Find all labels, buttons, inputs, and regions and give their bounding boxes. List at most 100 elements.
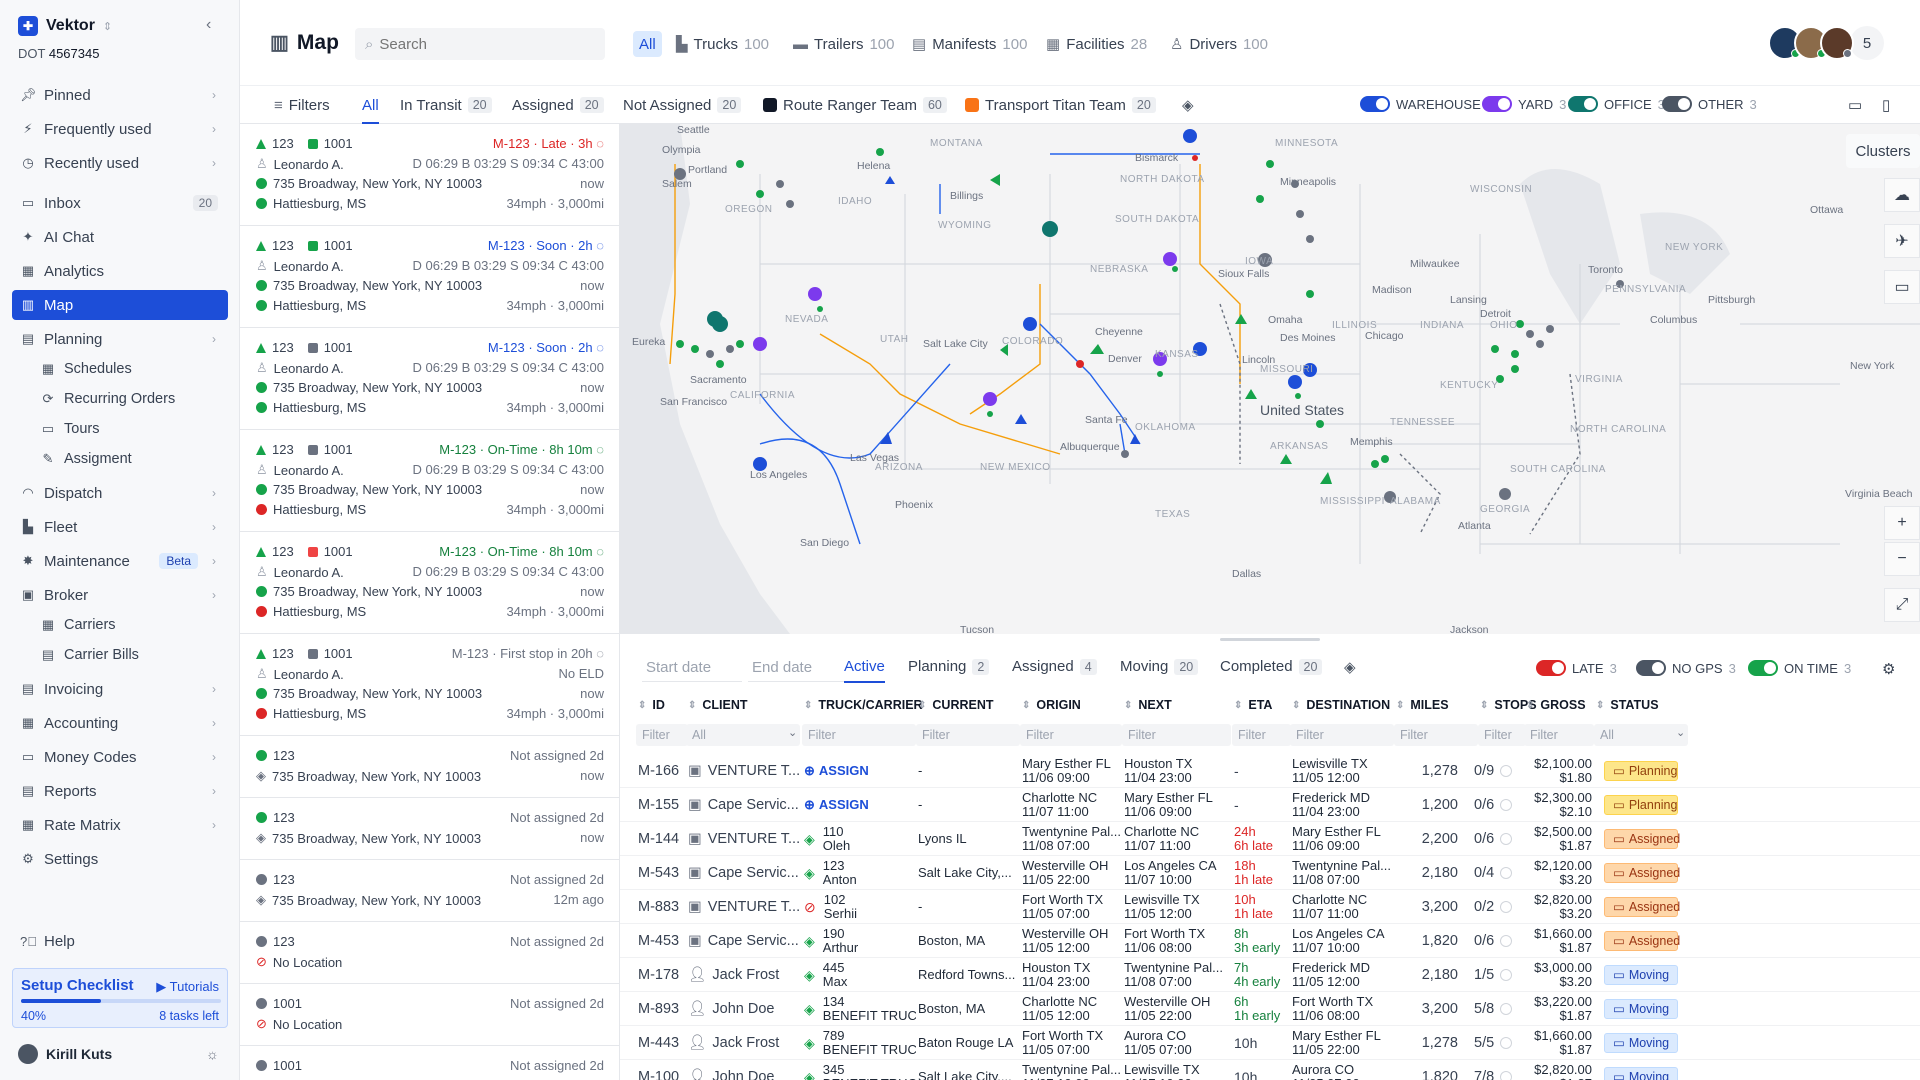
sidebar-item-map[interactable]: ▥ Map <box>12 290 228 320</box>
toggle-no-gps[interactable]: NO GPS 3 <box>1636 660 1736 676</box>
tab-planning[interactable]: Planning 2 <box>908 658 990 675</box>
online-users[interactable]: 5 <box>1768 26 1884 60</box>
tab-in-transit[interactable]: In Transit 20 <box>400 94 492 116</box>
sidebar-item-money-codes[interactable]: ▭ Money Codes › <box>12 742 228 772</box>
sidebar-item-fleet[interactable]: ▙ Fleet › <box>12 512 228 542</box>
tab-moving[interactable]: Moving 20 <box>1120 658 1199 675</box>
map-view[interactable]: MONTANA NORTH DAKOTA MINNESOTA SOUTH DAK… <box>620 124 1920 634</box>
table-row[interactable]: M-893👤︎John Doe◈134BENEFIT TRUC...Boston… <box>620 992 1920 1026</box>
list-item[interactable]: 123 Not assigned 2d ◈ 735 Broadway, New Yor… <box>240 860 619 922</box>
tab-active[interactable]: Active <box>844 658 885 683</box>
column-header[interactable]: ⇕ MILES <box>1396 698 1449 712</box>
row-truck[interactable]: ◈ 445 Max <box>804 958 916 992</box>
sidebar-item-accounting[interactable]: ▦ Accounting › <box>12 708 228 738</box>
table-row[interactable]: M-178 👤︎ Jack Frost ◈ 445 Max Redford Towns...… <box>620 958 1920 992</box>
sidebar-item-assigment[interactable]: ✎ Assigment <box>32 444 228 474</box>
tab-not-assigned[interactable]: Not Assigned 20 <box>623 94 742 116</box>
row-truck[interactable]: ◈345BENEFIT TRUC... <box>804 1060 916 1080</box>
sidebar-item-analytics[interactable]: ▦ Analytics <box>12 256 228 286</box>
table-row[interactable]: M-155 ▣ Cape Servic... ⊕ ASSIGN - Charlotte NC… <box>620 788 1920 822</box>
tab-completed[interactable]: Completed 20 <box>1220 658 1323 675</box>
list-item[interactable]: 123 Not assigned 2d ◈ 735 Broadway, New Yor… <box>240 736 619 798</box>
column-header[interactable]: ⇕ ID <box>638 698 665 712</box>
column-header[interactable]: ⇕ CURRENT <box>918 698 994 712</box>
tab-assigned[interactable]: Assigned 4 <box>1012 658 1097 675</box>
table-row[interactable]: M-883 ▣ VENTURE T... ⊘ 102 Serhii - Fort Worth … <box>620 890 1920 924</box>
sidebar-item-rate-matrix[interactable]: ▦ Rate Matrix › <box>12 810 228 840</box>
assign-button[interactable]: ⊕ ASSIGN <box>804 754 914 788</box>
list-item[interactable]: 123 1001 M-123 · Late · 3h ◌ ♙ Leonardo A. D … <box>240 124 619 226</box>
list-item[interactable]: 123 Not assigned 2d ⊘ No Location <box>240 922 619 984</box>
column-filter-input[interactable]: Filter <box>636 724 688 746</box>
entity-tab-drivers[interactable]: ♙ Drivers 100 <box>1164 31 1274 57</box>
row-truck[interactable]: ◈134BENEFIT TRUC... <box>804 992 916 1026</box>
chat-icon[interactable]: ▭ <box>1884 270 1920 304</box>
sidebar-item-ai-chat[interactable]: ✦ AI Chat <box>12 222 228 252</box>
row-truck[interactable]: ◈ 110 Oleh <box>804 822 916 856</box>
end-date-input[interactable]: End date <box>748 654 848 682</box>
sidebar-item-frequently-used[interactable]: ⚡︎ Frequently used › <box>12 114 228 144</box>
tab-assigned[interactable]: Assigned 20 <box>512 94 604 116</box>
row-truck[interactable]: ⊘ 102 Serhii <box>804 890 916 924</box>
toggle-office[interactable]: OFFICE3 <box>1568 96 1665 112</box>
sidebar-item-dispatch[interactable]: ◠ Dispatch › <box>12 478 228 508</box>
sidebar-item-recurring-orders[interactable]: ⟳ Recurring Orders <box>32 384 228 414</box>
layers-icon[interactable]: ◈ <box>1182 94 1194 116</box>
tab-transport-titan-team[interactable]: Transport Titan Team 20 <box>965 94 1156 116</box>
toggle-yard[interactable]: YARD 3 <box>1482 96 1566 112</box>
assign-button[interactable]: ⊕ ASSIGN <box>804 788 914 822</box>
column-filter-input[interactable]: All <box>1594 724 1688 746</box>
sidebar-item-settings[interactable]: ⚙ Settings <box>12 844 228 874</box>
table-row[interactable]: M-453 ▣ Cape Servic... ◈ 190 Arthur Boston, MA… <box>620 924 1920 958</box>
table-settings-icon[interactable]: ⚙ <box>1882 660 1895 678</box>
table-row[interactable]: M-443👤︎Jack Frost◈789BENEFIT TRUC...Bato… <box>620 1026 1920 1060</box>
weather-icon[interactable]: ☁ <box>1884 178 1920 212</box>
entity-tab-trailers[interactable]: ▬ Trailers 100 <box>787 31 900 57</box>
resize-handle[interactable] <box>1220 638 1320 641</box>
column-filter-input[interactable]: Filter <box>916 724 1020 746</box>
column-filter-input[interactable]: Filter <box>1232 724 1291 746</box>
column-filter-input[interactable]: Filter <box>1020 724 1122 746</box>
start-date-input[interactable]: Start date <box>642 654 742 682</box>
column-header[interactable]: ⇕ ETA <box>1234 698 1272 712</box>
table-row[interactable]: M-166 ▣ VENTURE T... ⊕ ASSIGN - Mary Esther FL… <box>620 754 1920 788</box>
table-row[interactable]: M-144 ▣ VENTURE T... ◈ 110 Oleh Lyons IL Twenty… <box>620 822 1920 856</box>
toggle-on-time[interactable]: ON TIME 3 <box>1748 660 1851 676</box>
office-switch[interactable] <box>1568 96 1598 112</box>
layers-icon[interactable]: ◈ <box>1344 658 1356 676</box>
column-header[interactable]: ⇕ STATUS <box>1596 698 1659 712</box>
column-header[interactable]: ⇕ NEXT <box>1124 698 1172 712</box>
collapse-sidebar-icon[interactable]: ‹ <box>206 16 211 34</box>
list-item[interactable]: 123 1001 M-123 · Soon · 2h ◌ ♙ Leonardo A. D … <box>240 226 619 328</box>
column-filter-input[interactable]: Filter <box>1122 724 1231 746</box>
theme-toggle-icon[interactable]: ☼ <box>206 1046 219 1062</box>
sidebar-item-pinned[interactable]: 📌︎ Pinned › <box>12 80 228 110</box>
user-menu[interactable]: Kirill Kuts <box>18 1044 112 1064</box>
other-switch[interactable] <box>1662 96 1692 112</box>
list-item[interactable]: 123 1001 M-123 · Soon · 2h ◌ ♙ Leonardo A. D … <box>240 328 619 430</box>
entity-tab-facilities[interactable]: ▦ Facilities 28 <box>1040 31 1153 57</box>
list-item[interactable]: 1001 Not assigned 2d <box>240 1046 619 1080</box>
setup-checklist[interactable]: Setup Checklist ▶ Tutorials 40% 8 tasks … <box>12 968 228 1028</box>
table-row[interactable]: M-543 ▣ Cape Servic... ◈ 123 Anton Salt Lake C… <box>620 856 1920 890</box>
warehouse-switch[interactable] <box>1360 96 1390 112</box>
list-item[interactable]: 1001 Not assigned 2d ⊘ No Location <box>240 984 619 1046</box>
column-filter-input[interactable]: Filter <box>1394 724 1478 746</box>
sidebar-item-tours[interactable]: ▭ Tours <box>32 414 228 444</box>
row-truck[interactable]: ◈ 123 Anton <box>804 856 916 890</box>
entity-tab-manifests[interactable]: ▤ Manifests 100 <box>906 31 1033 57</box>
column-filter-input[interactable]: Filter <box>1478 724 1526 746</box>
zoom-in-button[interactable]: + <box>1884 506 1920 540</box>
tutorials-link[interactable]: ▶ Tutorials <box>156 979 219 995</box>
toggle-other[interactable]: OTHER 3 <box>1662 96 1757 112</box>
sidebar-item-help[interactable]: ?⃝ Help <box>12 926 228 956</box>
no-gps-switch[interactable] <box>1636 660 1666 676</box>
column-filter-input[interactable]: Filter <box>1290 724 1394 746</box>
column-header[interactable]: ⇕ DESTINATION <box>1292 698 1390 712</box>
column-header[interactable]: ⇕ ORIGIN <box>1022 698 1081 712</box>
sidebar-item-recently-used[interactable]: ◷ Recently used › <box>12 148 228 178</box>
layout-split-icon[interactable]: ▭ <box>1848 96 1862 114</box>
list-item[interactable]: 123 1001 M-123 · First stop in 20h ◌ ♙ Leona… <box>240 634 619 736</box>
sidebar-item-carriers[interactable]: ▦ Carriers <box>32 610 228 640</box>
column-filter-input[interactable]: All <box>686 724 800 746</box>
